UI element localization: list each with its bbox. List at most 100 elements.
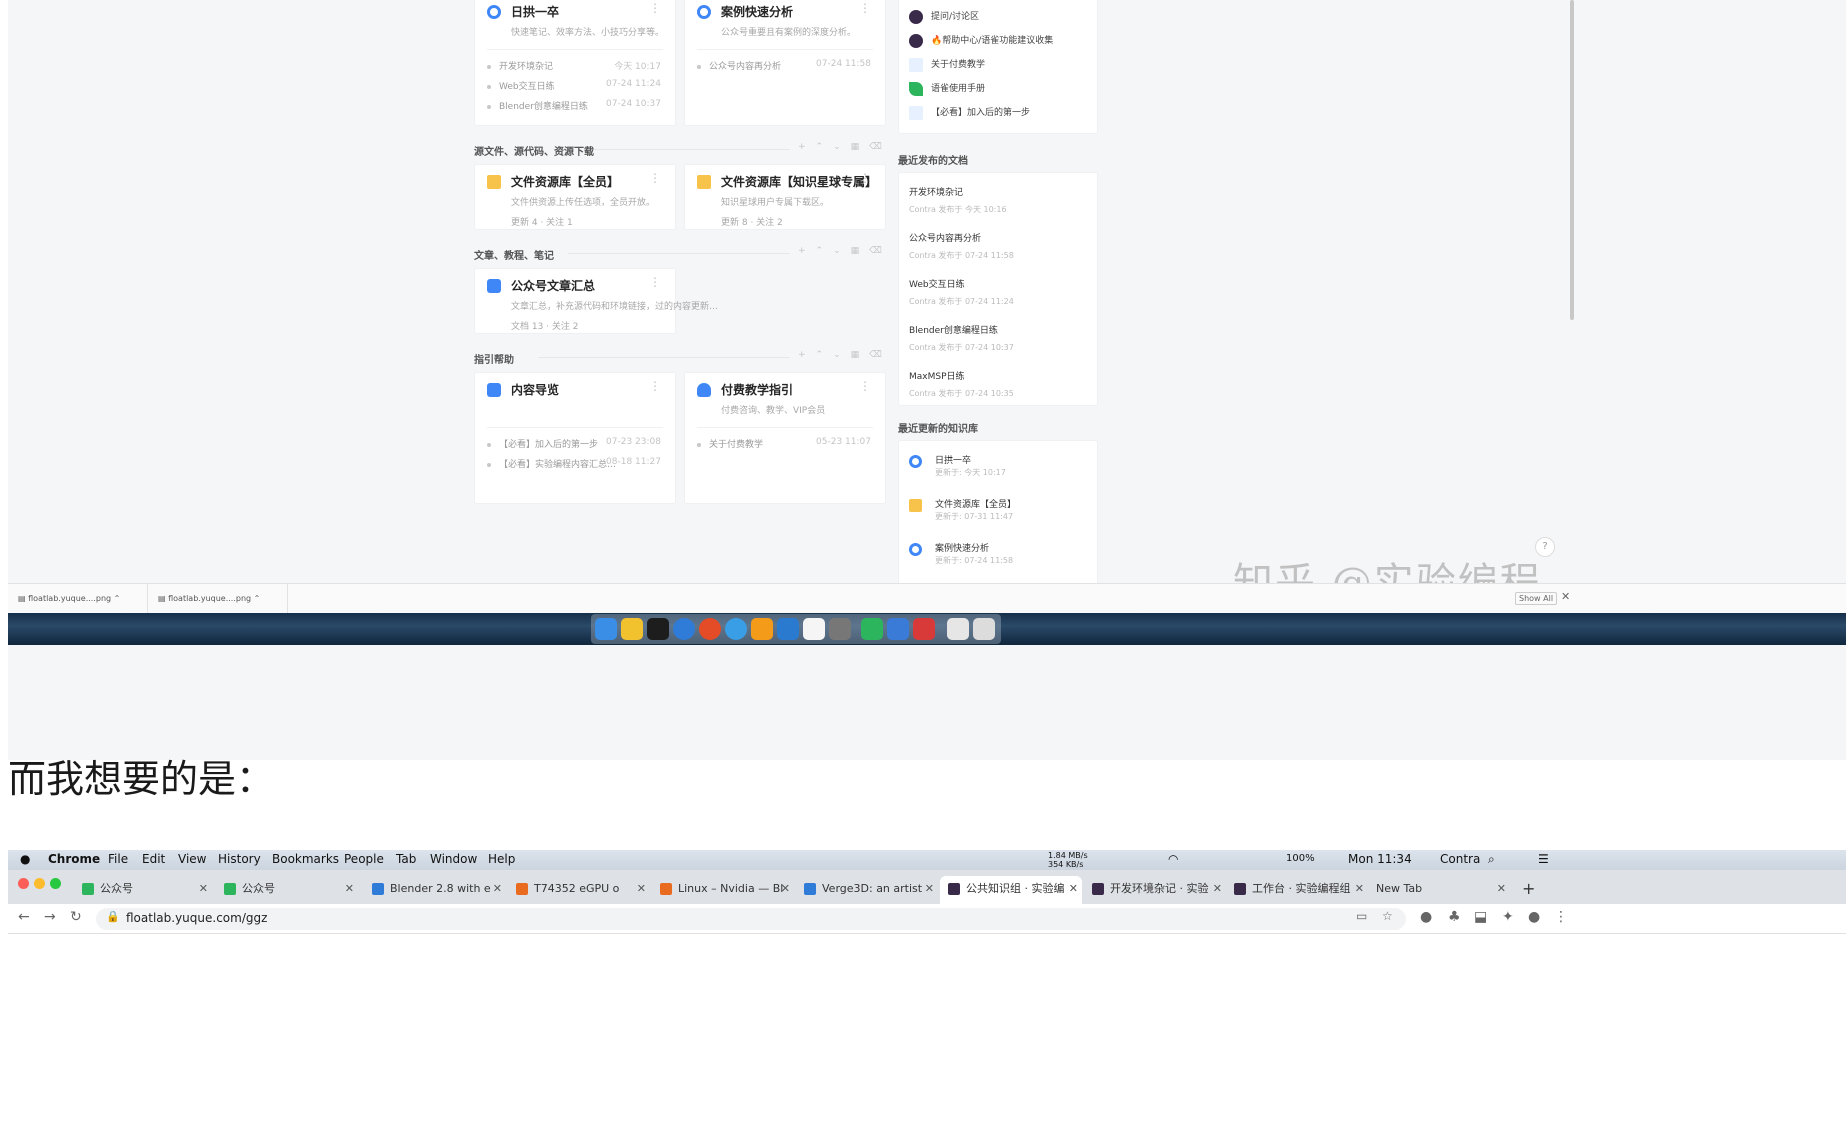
sidebar-link[interactable]: 语雀使用手册 xyxy=(909,81,985,101)
system-prefs-icon[interactable] xyxy=(829,618,851,640)
menu-item[interactable]: Help xyxy=(488,852,515,866)
download-item[interactable]: ▤ floatlab.yuque....png ⌃ xyxy=(8,584,148,614)
bookmark-star-icon[interactable]: ☆ xyxy=(1382,909,1393,923)
pin-icon[interactable]: ✦ xyxy=(1502,909,1514,925)
show-all-button[interactable]: Show All xyxy=(1515,592,1558,605)
sidebar-link[interactable]: 关于付费教学 xyxy=(909,57,985,77)
recent-doc[interactable]: 开发环境杂记 Contra 发布于 今天 10:16 xyxy=(909,185,1089,215)
kb-card-daily[interactable]: 日拱一卒 快速笔记、效率方法、小技巧分享等。 ⋮ 开发环境杂记 今天 10:17 … xyxy=(474,0,676,126)
browser-tab[interactable]: 公众号 ✕ xyxy=(216,876,358,904)
list-item[interactable]: 开发环境杂记 今天 10:17 xyxy=(487,59,661,77)
more-icon[interactable]: ⋮ xyxy=(649,171,661,185)
kb-card-paid-guide[interactable]: 付费教学指引 付费咨询、教学、VIP会员 ⋮ 关于付费教学 05-23 11:07 xyxy=(684,372,886,504)
sidebar-link[interactable]: 🔥帮助中心/语雀功能建议收集 xyxy=(909,33,1053,53)
wechat-icon[interactable] xyxy=(861,618,883,640)
list-item[interactable]: 公众号内容再分析 07-24 11:58 xyxy=(697,59,871,77)
browser-tab[interactable]: 公众号 ✕ xyxy=(74,876,212,904)
chevron-up-icon[interactable]: ⌃ xyxy=(114,594,121,603)
evernote-icon[interactable]: ♣ xyxy=(1448,909,1461,925)
section-toolbar[interactable]: +⌃⌄▦⌫ xyxy=(798,142,892,152)
close-tab-icon[interactable]: ✕ xyxy=(925,876,934,902)
menu-item[interactable]: Chrome xyxy=(48,852,100,866)
close-tab-icon[interactable]: ✕ xyxy=(1355,876,1364,902)
trash-icon[interactable] xyxy=(973,618,995,640)
zoom-window-icon[interactable] xyxy=(50,878,61,889)
app-icon[interactable] xyxy=(913,618,935,640)
more-icon[interactable]: ⋮ xyxy=(649,379,661,393)
close-tab-icon[interactable]: ✕ xyxy=(1213,876,1222,902)
list-item[interactable]: 关于付费教学 05-23 11:07 xyxy=(697,437,871,455)
list-item[interactable]: Blender创意编程日练 07-24 10:37 xyxy=(487,99,661,117)
notes-icon[interactable] xyxy=(621,618,643,640)
browser-tab[interactable]: 开发环境杂记 · 实验 ✕ xyxy=(1084,876,1226,904)
section-toolbar[interactable]: +⌃⌄▦⌫ xyxy=(798,350,892,360)
list-item[interactable]: 【必看】实验编程内容汇总… 08-18 11:27 xyxy=(487,457,661,475)
kb-card-files-all[interactable]: 文件资源库【全员】 文件供资源上传任选项，全员开放。 更新 4 · 关注 1 ⋮ xyxy=(474,164,676,230)
calendar-icon[interactable] xyxy=(803,618,825,640)
close-tab-icon[interactable]: ✕ xyxy=(637,876,646,902)
apple-icon[interactable]: ● xyxy=(20,852,30,866)
list-item[interactable]: 【必看】加入后的第一步 07-23 23:08 xyxy=(487,437,661,455)
safari-icon[interactable] xyxy=(725,618,747,640)
save-extension-icon[interactable]: ⬓ xyxy=(1474,909,1487,925)
menu-item[interactable]: Edit xyxy=(142,852,165,866)
url-input[interactable]: 🔒 floatlab.yuque.com/ggz ▭ ☆ xyxy=(96,908,1406,930)
forward-arrow-icon[interactable]: → xyxy=(44,909,56,925)
browser-tab[interactable]: Blender 2.8 with e ✕ xyxy=(364,876,506,904)
close-tab-icon[interactable]: ✕ xyxy=(1069,876,1078,902)
extension-icon[interactable]: ● xyxy=(1420,909,1432,925)
close-tab-icon[interactable]: ✕ xyxy=(781,876,790,902)
cast-icon[interactable]: ▭ xyxy=(1356,909,1367,923)
menu-item[interactable]: Window xyxy=(430,852,477,866)
menu-item[interactable]: People xyxy=(344,852,384,866)
maps-icon[interactable] xyxy=(887,618,909,640)
profile-avatar-icon[interactable]: ● xyxy=(1528,909,1540,925)
recent-doc[interactable]: 公众号内容再分析 Contra 发布于 07-24 11:58 xyxy=(909,231,1089,261)
browser-tab[interactable]: New Tab ✕ xyxy=(1368,876,1510,904)
more-icon[interactable]: ⋮ xyxy=(649,275,661,289)
more-icon[interactable]: ⋮ xyxy=(859,1,871,15)
notification-icon[interactable]: ☰ xyxy=(1538,852,1549,866)
chevron-up-icon[interactable]: ⌃ xyxy=(254,594,261,603)
kb-card-files-vip[interactable]: 文件资源库【知识星球专属】 知识星球用户专属下载区。 更新 8 · 关注 2 ⋮ xyxy=(684,164,886,230)
close-tab-icon[interactable]: ✕ xyxy=(345,876,354,902)
new-tab-button[interactable]: + xyxy=(1514,876,1538,904)
close-tab-icon[interactable]: ✕ xyxy=(493,876,502,902)
more-icon[interactable]: ⋮ xyxy=(859,379,871,393)
finder-icon[interactable] xyxy=(595,618,617,640)
scrollbar[interactable] xyxy=(1570,0,1574,320)
recent-doc[interactable]: Web交互日练 Contra 发布于 07-24 11:24 xyxy=(909,277,1089,307)
sublime-icon[interactable] xyxy=(751,618,773,640)
browser-tab[interactable]: 工作台 · 实验编程组 ✕ xyxy=(1226,876,1368,904)
user-name[interactable]: Contra xyxy=(1440,852,1480,866)
list-item[interactable]: Web交互日练 07-24 11:24 xyxy=(487,79,661,97)
more-icon[interactable]: ⋮ xyxy=(859,171,871,185)
kb-card-case-analysis[interactable]: 案例快速分析 公众号重要且有案例的深度分析。 ⋮ 公众号内容再分析 07-24 1… xyxy=(684,0,886,126)
browser-tab[interactable]: Linux – Nvidia — Bl ✕ xyxy=(652,876,794,904)
menu-kebab-icon[interactable]: ⋮ xyxy=(1554,909,1568,925)
kb-card-articles[interactable]: 公众号文章汇总 文章汇总，补充源代码和环境链接，过的内容更新… 文档 13 · … xyxy=(474,268,718,334)
spotlight-icon[interactable]: ⌕ xyxy=(1488,852,1495,867)
wifi-icon[interactable]: ◠ xyxy=(1168,852,1178,866)
utility-icon[interactable] xyxy=(947,618,969,640)
browser-tab[interactable]: T74352 eGPU o ✕ xyxy=(508,876,650,904)
minimize-window-icon[interactable] xyxy=(34,878,45,889)
kb-card-guide[interactable]: 内容导览 ⋮ 【必看】加入后的第一步 07-23 23:08 【必看】实验编程内容… xyxy=(474,372,676,504)
reload-icon[interactable]: ↻ xyxy=(70,909,82,925)
recent-doc[interactable]: MaxMSP日练 Contra 发布于 07-24 10:35 xyxy=(909,369,1089,399)
close-tab-icon[interactable]: ✕ xyxy=(199,876,208,902)
section-toolbar[interactable]: +⌃⌄▦⌫ xyxy=(798,246,892,256)
download-item[interactable]: ▤ floatlab.yuque....png ⌃ xyxy=(148,584,288,614)
sidebar-link[interactable]: 提问/讨论区 xyxy=(909,9,979,29)
close-tab-icon[interactable]: ✕ xyxy=(1497,876,1506,902)
chrome-icon[interactable] xyxy=(673,618,695,640)
sidebar-link[interactable]: 【必看】加入后的第一步 xyxy=(909,105,1030,125)
browser-tab[interactable]: Verge3D: an artist ✕ xyxy=(796,876,938,904)
menu-item[interactable]: File xyxy=(108,852,128,866)
close-window-icon[interactable] xyxy=(18,878,29,889)
close-icon[interactable]: ✕ xyxy=(1561,590,1570,603)
menu-item[interactable]: History xyxy=(218,852,261,866)
more-icon[interactable]: ⋮ xyxy=(649,1,661,15)
back-arrow-icon[interactable]: ← xyxy=(18,909,30,925)
menu-item[interactable]: Tab xyxy=(396,852,416,866)
